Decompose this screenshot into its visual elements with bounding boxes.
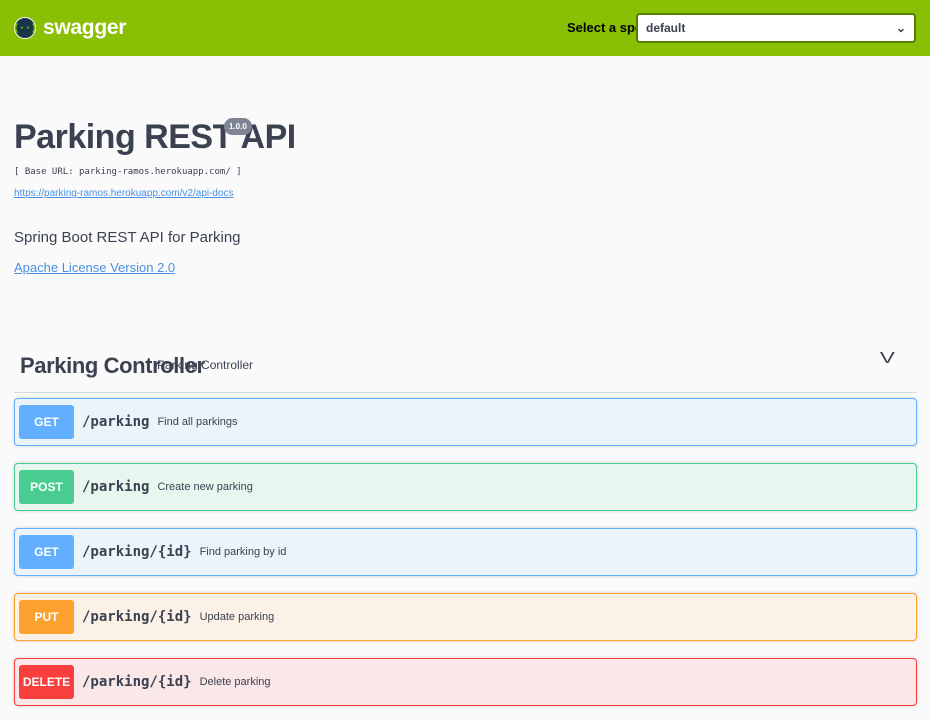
chevron-down-icon: ⌄ <box>895 21 906 35</box>
tag-section-header[interactable]: Parking Controller Parking Controller V <box>14 345 917 393</box>
license-link[interactable]: Apache License Version 2.0 <box>14 260 175 275</box>
method-badge: DELETE <box>19 665 74 699</box>
operation-get-parking-by-id[interactable]: GET /parking/{id} Find parking by id <box>14 528 917 576</box>
operation-path: /parking <box>82 414 150 430</box>
api-description: Spring Boot REST API for Parking <box>14 229 241 246</box>
spec-select-value: default <box>646 21 686 35</box>
method-badge: GET <box>19 405 74 439</box>
operation-summary: Create new parking <box>157 481 253 493</box>
method-badge: PUT <box>19 600 74 634</box>
operation-get-parking[interactable]: GET /parking Find all parkings <box>14 398 917 446</box>
operation-path: /parking/{id} <box>82 544 192 560</box>
method-badge: GET <box>19 535 74 569</box>
swagger-logo[interactable]: {··} swagger <box>13 16 127 40</box>
tag-description: Parking Controller <box>157 358 254 372</box>
swagger-logo-icon: {··} <box>13 17 37 39</box>
operation-path: /parking/{id} <box>82 674 192 690</box>
top-bar: {··} swagger Select a spec default ⌄ <box>0 0 930 56</box>
spec-select[interactable]: default ⌄ <box>636 13 916 43</box>
operation-post-parking[interactable]: POST /parking Create new parking <box>14 463 917 511</box>
version-badge: 1.0.0 <box>224 118 252 135</box>
operation-summary: Find parking by id <box>199 546 287 558</box>
api-title: Parking REST API <box>14 118 296 156</box>
swagger-logo-text: swagger <box>43 16 127 39</box>
expand-toggle-icon[interactable]: V <box>880 350 895 368</box>
operation-delete-parking[interactable]: DELETE /parking/{id} Delete parking <box>14 658 917 706</box>
operation-summary: Find all parkings <box>157 416 238 428</box>
operation-summary: Update parking <box>199 611 275 623</box>
operation-put-parking[interactable]: PUT /parking/{id} Update parking <box>14 593 917 641</box>
operation-path: /parking <box>82 479 150 495</box>
operation-summary: Delete parking <box>199 676 271 688</box>
base-url: [ Base URL: parking-ramos.herokuapp.com/… <box>14 167 242 177</box>
method-badge: POST <box>19 470 74 504</box>
api-docs-link[interactable]: https://parking-ramos.herokuapp.com/v2/a… <box>14 188 234 199</box>
operation-path: /parking/{id} <box>82 609 192 625</box>
